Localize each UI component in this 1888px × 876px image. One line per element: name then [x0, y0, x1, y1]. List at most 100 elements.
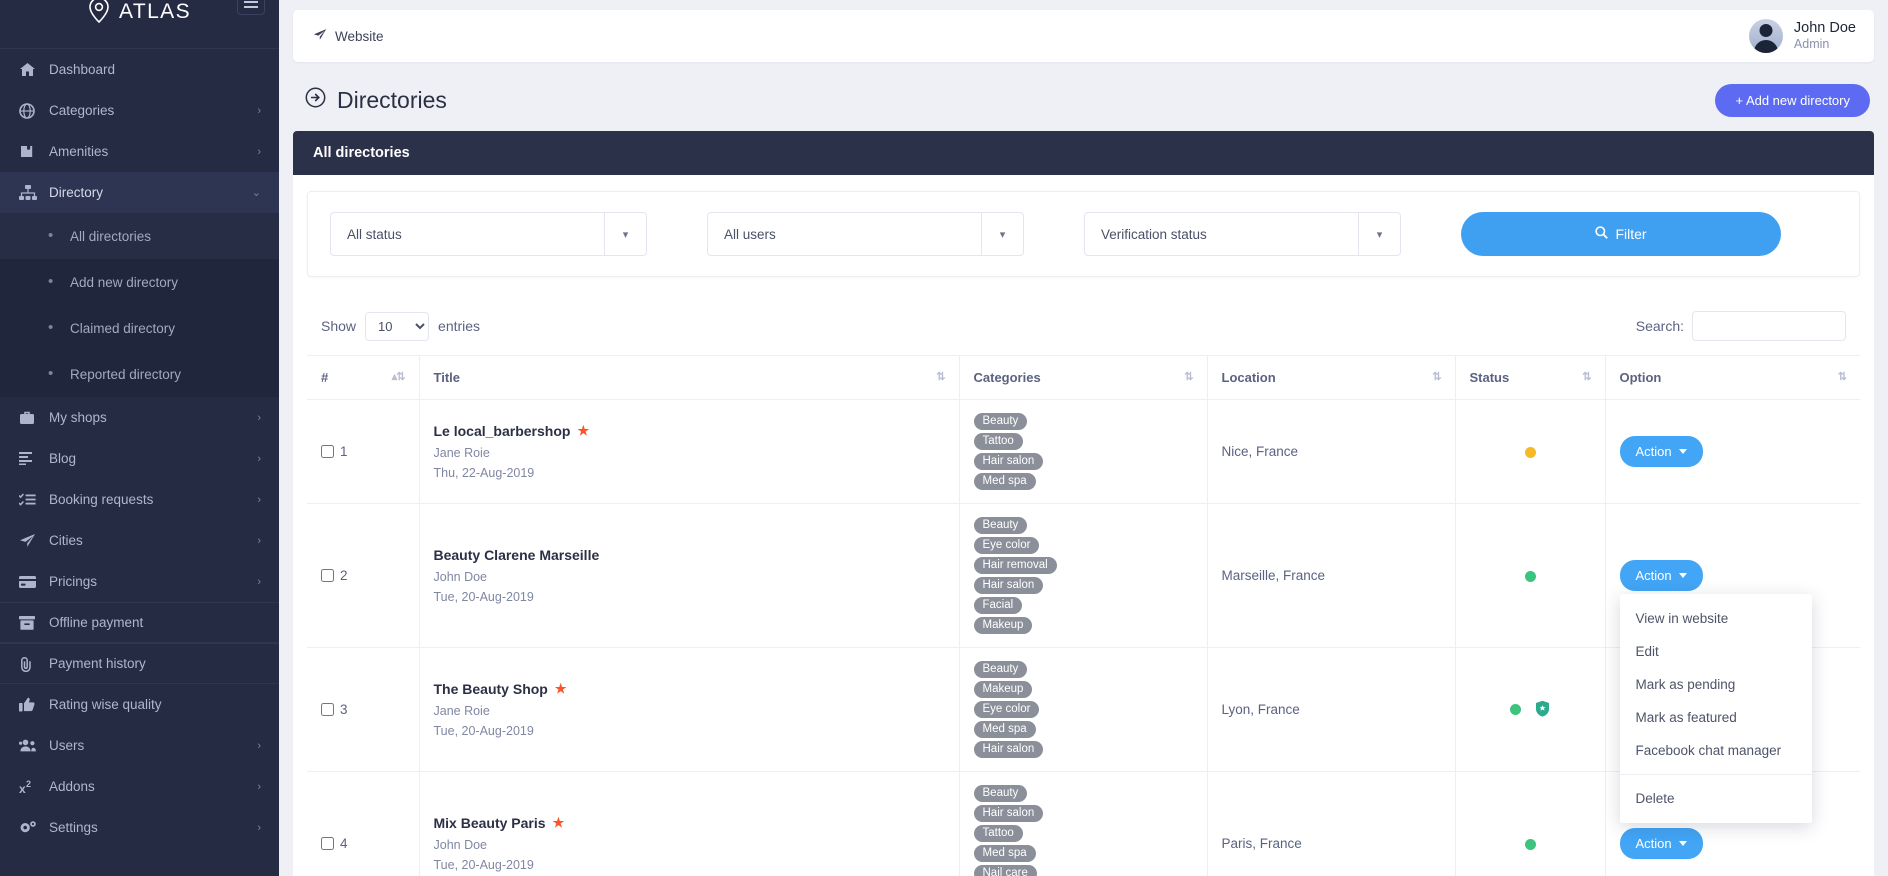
chevron-right-icon: ›	[257, 780, 261, 793]
search-label: Search:	[1635, 318, 1684, 334]
sort-icon: ⇅	[936, 371, 945, 383]
add-new-directory-button[interactable]: + Add new directory	[1715, 84, 1870, 117]
sidebar-item-add-new-directory[interactable]: • Add new directory	[0, 259, 279, 305]
sidebar-item-label: Categories	[49, 103, 115, 118]
verification-filter-select[interactable]: Verification status ▾	[1084, 212, 1401, 256]
column-header-option[interactable]: Option ⇅	[1605, 355, 1860, 400]
row-checkbox[interactable]	[321, 837, 334, 850]
sidebar-item-users[interactable]: Users ›	[0, 725, 279, 766]
category-tag: Med spa	[973, 845, 1036, 862]
sidebar-item-reported-directory[interactable]: • Reported directory	[0, 351, 279, 397]
sitemap-icon	[19, 185, 49, 200]
category-tag: Beauty	[973, 413, 1028, 430]
sidebar-item-blog[interactable]: Blog ›	[0, 438, 279, 479]
category-tag: Beauty	[973, 785, 1028, 802]
user-menu[interactable]: John Doe Admin	[1748, 19, 1856, 53]
cell-title: Mix Beauty Paris ★ John Doe Tue, 20-Aug-201…	[419, 771, 960, 876]
sidebar-item-payment-history[interactable]: Payment history	[0, 643, 279, 684]
caret-down-icon	[1678, 449, 1687, 454]
directory-title[interactable]: Mix Beauty Paris ★	[434, 815, 945, 831]
sidebar-subitem-label: Add new directory	[70, 274, 179, 290]
column-header-status[interactable]: Status ⇅	[1455, 355, 1606, 400]
directory-title-text: Beauty Clarene Marseille	[433, 547, 600, 563]
sidebar-item-categories[interactable]: Categories ›	[0, 90, 279, 131]
entries-per-page-select[interactable]: 10 25 50 100	[365, 311, 430, 341]
directory-title[interactable]: Le local_barbershop ★	[434, 423, 945, 439]
cell-status	[1455, 503, 1606, 648]
hamburger-bar	[244, 6, 258, 8]
featured-star-icon: ★	[554, 681, 567, 696]
featured-star-icon: ★	[577, 423, 590, 438]
entries-label: entries	[438, 318, 481, 334]
row-checkbox[interactable]	[321, 569, 334, 582]
action-menu-item[interactable]: View in website	[1620, 602, 1812, 635]
category-tag: Makeup	[973, 681, 1033, 698]
directory-title[interactable]: The Beauty Shop ★	[434, 681, 945, 697]
directory-date: Tue, 20-Aug-2019	[433, 590, 534, 604]
action-menu-item[interactable]: Facebook chat manager	[1620, 734, 1812, 767]
thumbs-up-icon	[19, 697, 49, 712]
sidebar-item-addons[interactable]: x2 Addons ›	[0, 766, 279, 807]
sidebar-item-pricings[interactable]: Pricings ›	[0, 561, 279, 602]
category-tag: Beauty	[973, 661, 1028, 678]
column-header-categories[interactable]: Categories ⇅	[959, 355, 1208, 400]
status-filter-value: All status	[347, 226, 402, 242]
sidebar-subitem-label: Reported directory	[70, 366, 182, 382]
chevron-right-icon: ›	[257, 145, 261, 158]
row-checkbox[interactable]	[321, 703, 334, 716]
category-tag: Hair salon	[973, 577, 1044, 594]
cell-num: 1	[307, 399, 420, 504]
users-filter-select[interactable]: All users ▾	[707, 212, 1024, 256]
directory-title[interactable]: Beauty Clarene Marseille	[434, 547, 945, 563]
tasks-icon	[19, 493, 49, 506]
sidebar-item-directory[interactable]: Directory ⌄	[0, 172, 279, 213]
action-cell: Action	[1619, 436, 1847, 467]
sidebar-item-offline-payment[interactable]: Offline payment	[0, 602, 279, 643]
action-button[interactable]: Action	[1619, 828, 1703, 859]
sidebar-item-cities[interactable]: Cities ›	[0, 520, 279, 561]
page-header: Directories + Add new directory	[279, 62, 1888, 131]
sidebar-item-settings[interactable]: Settings ›	[0, 807, 279, 848]
paper-plane-icon	[313, 28, 327, 44]
column-header-location[interactable]: Location ⇅	[1207, 355, 1456, 400]
column-label: Status	[1469, 370, 1510, 385]
filter-button[interactable]: Filter	[1461, 212, 1781, 256]
directory-author: Jane Roie	[433, 446, 490, 460]
svg-text:2: 2	[26, 780, 31, 789]
sidebar-item-dashboard[interactable]: Dashboard	[0, 49, 279, 90]
chevron-right-icon: ›	[257, 411, 261, 424]
action-button[interactable]: Action	[1619, 436, 1703, 467]
sidebar-item-my-shops[interactable]: My shops ›	[0, 397, 279, 438]
sidebar-item-all-directories[interactable]: • All directories	[0, 213, 279, 259]
chevron-right-icon: ›	[257, 534, 261, 547]
sort-icon: ⇅	[1432, 371, 1441, 383]
action-menu-item-delete[interactable]: Delete	[1620, 782, 1812, 815]
status-filter-select[interactable]: All status ▾	[330, 212, 647, 256]
action-menu-item[interactable]: Edit	[1620, 635, 1812, 668]
action-menu-item[interactable]: Mark as pending	[1620, 668, 1812, 701]
column-header-title[interactable]: Title ⇅	[419, 355, 960, 400]
chevron-right-icon: ›	[257, 821, 261, 834]
column-header-num[interactable]: # ▴⇅	[307, 355, 420, 400]
row-number: 4	[340, 836, 348, 851]
action-menu-item[interactable]: Mark as featured	[1620, 701, 1812, 734]
table-tools: Show 10 25 50 100 entries Search:	[307, 277, 1860, 355]
filter-button-label: Filter	[1615, 226, 1647, 242]
action-button[interactable]: Action	[1619, 560, 1703, 591]
sidebar: ATLAS Dashboard Categories › Amenities ›	[0, 0, 279, 876]
column-label: Location	[1221, 370, 1276, 385]
website-link[interactable]: Website	[313, 28, 384, 44]
cell-categories: Beauty Tattoo Hair salon Med spa	[959, 399, 1208, 504]
sidebar-item-claimed-directory[interactable]: • Claimed directory	[0, 305, 279, 351]
cell-location: Marseille, France	[1207, 503, 1456, 648]
sidebar-item-amenities[interactable]: Amenities ›	[0, 131, 279, 172]
sidebar-item-booking-requests[interactable]: Booking requests ›	[0, 479, 279, 520]
row-checkbox[interactable]	[321, 445, 334, 458]
website-link-label: Website	[335, 28, 384, 44]
search-input[interactable]	[1692, 311, 1846, 341]
sidebar-item-rating-wise-quality[interactable]: Rating wise quality	[0, 684, 279, 725]
sidebar-item-label: Blog	[49, 451, 77, 466]
sidebar-top: ATLAS	[0, 0, 279, 49]
sidebar-toggle-button[interactable]	[237, 0, 265, 15]
row-number: 2	[340, 568, 348, 583]
